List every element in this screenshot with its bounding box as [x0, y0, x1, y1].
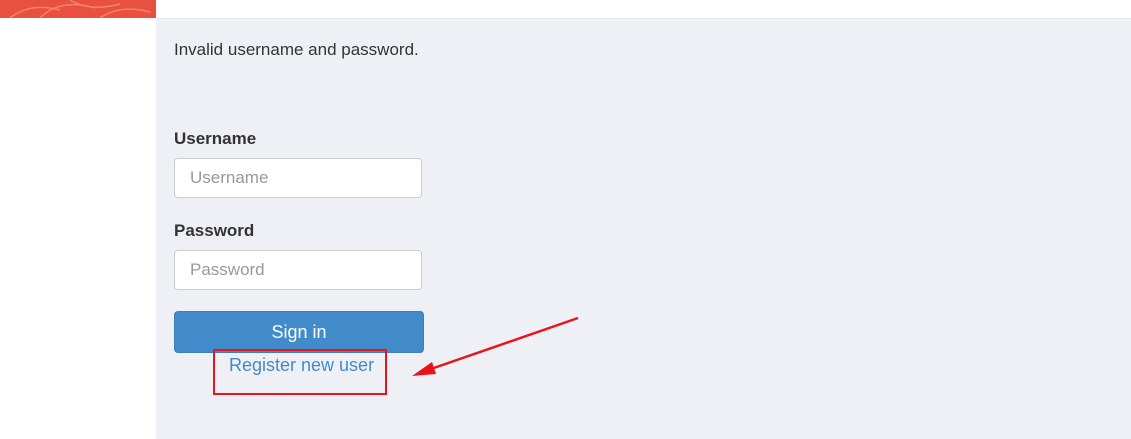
register-new-user-link[interactable]: Register new user	[229, 355, 374, 376]
username-input[interactable]	[174, 158, 422, 198]
login-panel: Invalid username and password. Username …	[156, 19, 1131, 439]
password-input[interactable]	[174, 250, 422, 290]
brand-logo-fragment	[0, 0, 156, 18]
error-message: Invalid username and password.	[174, 40, 419, 59]
password-label: Password	[174, 221, 255, 240]
brand-pattern-icon	[9, 0, 151, 18]
login-page: Invalid username and password. Username …	[0, 0, 1131, 439]
top-bar	[156, 0, 1131, 19]
sign-in-button[interactable]: Sign in	[174, 311, 424, 353]
username-label: Username	[174, 129, 257, 148]
